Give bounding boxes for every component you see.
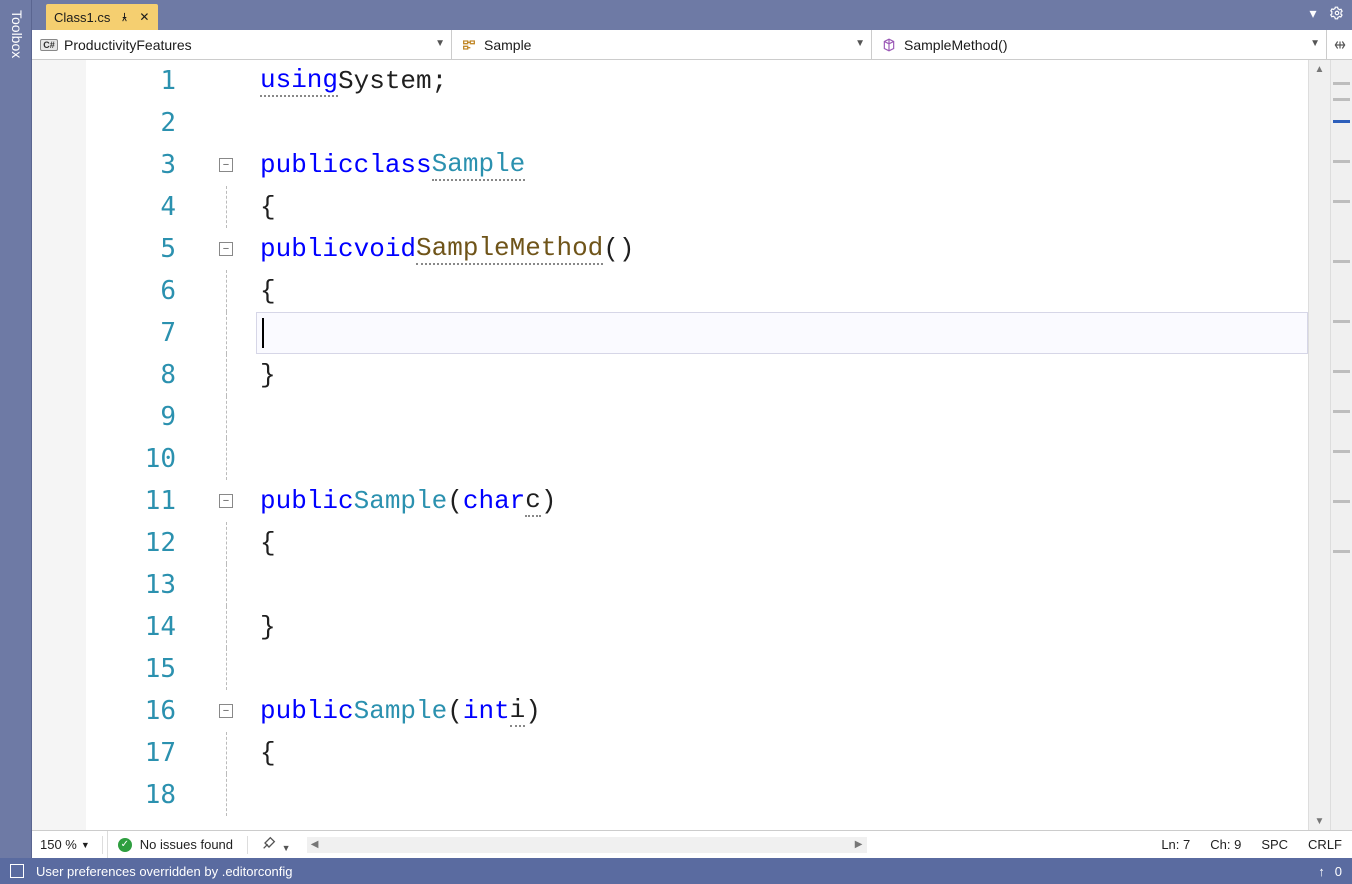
gear-icon[interactable] xyxy=(1328,4,1346,22)
caret-line[interactable]: Ln: 7 xyxy=(1151,837,1200,852)
project-dropdown[interactable]: C# ProductivityFeatures ▼ xyxy=(32,30,452,59)
code-line: public void SampleMethod() xyxy=(256,228,1308,270)
code-line xyxy=(256,564,1308,606)
zoom-dropdown[interactable]: 150 % ▼ xyxy=(32,837,98,852)
zoom-value: 150 % xyxy=(40,837,77,852)
line-number: 4 xyxy=(160,192,196,222)
line-number: 6 xyxy=(160,276,196,306)
toolbox-label: Toolbox xyxy=(9,10,25,58)
cleanup-brush-icon[interactable]: ▼ xyxy=(252,835,299,854)
feedback-icon[interactable] xyxy=(10,864,24,878)
line-number: 2 xyxy=(160,108,196,138)
navigation-bar: C# ProductivityFeatures ▼ Sample ▼ Sampl… xyxy=(32,30,1352,60)
document-tab-strip: Class1.cs ✕ ▾ xyxy=(32,0,1352,30)
line-number: 7 xyxy=(160,318,196,348)
scroll-right-icon[interactable]: ▶ xyxy=(851,837,867,853)
fold-toggle[interactable]: − xyxy=(219,494,233,508)
code-line: { xyxy=(256,186,1308,228)
line-number-gutter: 1 2 3 4 5 6 7 8 9 10 11 12 13 14 15 16 1… xyxy=(86,60,196,830)
check-icon: ✓ xyxy=(118,838,132,852)
code-line: { xyxy=(256,522,1308,564)
code-line: using System; xyxy=(256,60,1308,102)
horizontal-scrollbar[interactable]: ◀ ▶ xyxy=(307,837,867,853)
chevron-down-icon: ▼ xyxy=(435,38,445,49)
type-dropdown[interactable]: Sample ▼ xyxy=(452,30,872,59)
code-line: public Sample(int i) xyxy=(256,690,1308,732)
scroll-up-icon[interactable]: ▲ xyxy=(1309,60,1330,78)
code-line xyxy=(256,648,1308,690)
code-line: { xyxy=(256,270,1308,312)
tab-menu-dropdown-icon[interactable]: ▾ xyxy=(1304,4,1322,22)
toolbox-panel-tab[interactable]: Toolbox xyxy=(0,0,32,858)
overview-ruler[interactable] xyxy=(1330,60,1352,830)
fold-toggle[interactable]: − xyxy=(219,704,233,718)
csharp-file-icon: C# xyxy=(40,36,58,54)
line-number: 1 xyxy=(160,66,196,96)
type-name: Sample xyxy=(484,37,531,53)
chevron-down-icon: ▼ xyxy=(1310,38,1320,49)
status-message: User preferences overridden by .editorco… xyxy=(36,864,293,879)
line-number: 13 xyxy=(145,570,196,600)
pin-icon[interactable] xyxy=(118,11,130,23)
code-line: { xyxy=(256,732,1308,774)
member-name: SampleMethod() xyxy=(904,37,1008,53)
vertical-scrollbar[interactable]: ▲ ▼ xyxy=(1308,60,1330,830)
line-number: 5 xyxy=(160,234,196,264)
line-number: 8 xyxy=(160,360,196,390)
line-number: 9 xyxy=(160,402,196,432)
code-line xyxy=(256,102,1308,144)
code-line xyxy=(256,312,1308,354)
close-icon[interactable]: ✕ xyxy=(138,11,150,23)
split-window-button[interactable] xyxy=(1326,30,1352,59)
code-line: } xyxy=(256,354,1308,396)
indicator-margin xyxy=(32,60,86,830)
line-number: 14 xyxy=(145,612,196,642)
code-line xyxy=(256,396,1308,438)
app-status-bar: User preferences overridden by .editorco… xyxy=(0,858,1352,884)
project-name: ProductivityFeatures xyxy=(64,37,192,53)
text-caret xyxy=(262,318,264,348)
code-line: } xyxy=(256,606,1308,648)
line-number: 16 xyxy=(145,696,196,726)
document-tab-filename: Class1.cs xyxy=(54,10,110,25)
scroll-down-icon[interactable]: ▼ xyxy=(1309,812,1330,830)
code-line xyxy=(256,774,1308,816)
line-number: 12 xyxy=(145,528,196,558)
caret-column[interactable]: Ch: 9 xyxy=(1200,837,1251,852)
outlining-margin: − − − − xyxy=(196,60,256,830)
class-icon xyxy=(460,36,478,54)
line-number: 3 xyxy=(160,150,196,180)
code-area[interactable]: using System; public class Sample { publ… xyxy=(256,60,1308,830)
document-tab[interactable]: Class1.cs ✕ xyxy=(46,4,158,30)
code-editor[interactable]: 1 2 3 4 5 6 7 8 9 10 11 12 13 14 15 16 1… xyxy=(32,60,1352,830)
error-health-indicator[interactable]: ✓ No issues found xyxy=(107,831,243,858)
line-number: 10 xyxy=(145,444,196,474)
line-number: 18 xyxy=(145,780,196,810)
line-ending[interactable]: CRLF xyxy=(1298,837,1352,852)
issues-text: No issues found xyxy=(140,837,233,852)
line-number: 15 xyxy=(145,654,196,684)
method-icon xyxy=(880,36,898,54)
chevron-down-icon: ▼ xyxy=(81,840,90,850)
line-number: 17 xyxy=(145,738,196,768)
editor-status-bar: 150 % ▼ ✓ No issues found ▼ ◀ ▶ Ln: 7 Ch… xyxy=(32,830,1352,858)
code-line: public Sample(char c) xyxy=(256,480,1308,522)
code-line: public class Sample xyxy=(256,144,1308,186)
pending-count: 0 xyxy=(1335,864,1342,879)
line-number: 11 xyxy=(145,486,196,516)
fold-toggle[interactable]: − xyxy=(219,242,233,256)
scroll-left-icon[interactable]: ◀ xyxy=(307,837,323,853)
indent-mode[interactable]: SPC xyxy=(1251,837,1298,852)
fold-toggle[interactable]: − xyxy=(219,158,233,172)
code-line xyxy=(256,438,1308,480)
upload-icon[interactable]: ↑ xyxy=(1318,864,1325,879)
chevron-down-icon: ▼ xyxy=(855,38,865,49)
member-dropdown[interactable]: SampleMethod() ▼ xyxy=(872,30,1326,59)
